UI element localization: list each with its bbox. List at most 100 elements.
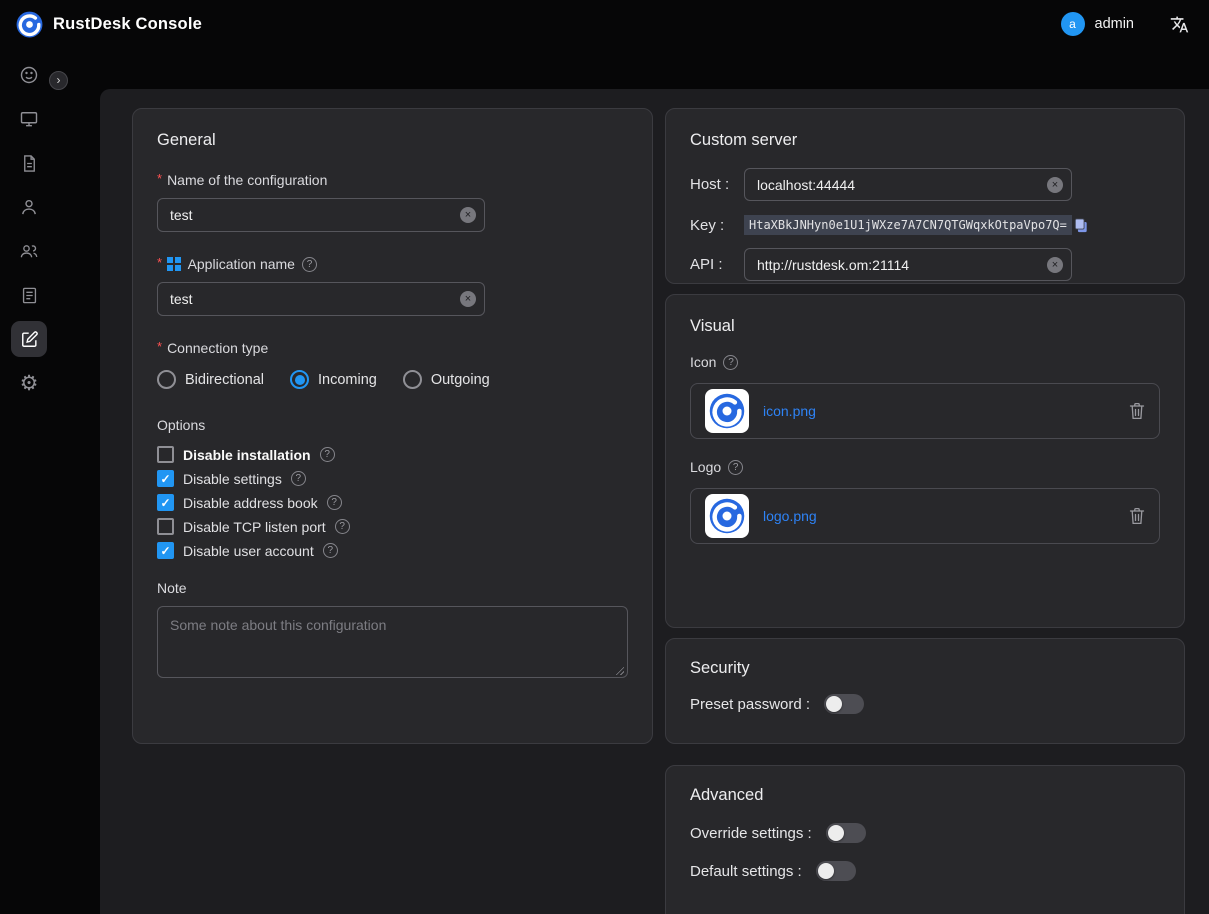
clear-icon[interactable]: × xyxy=(1047,177,1063,193)
advanced-card: Advanced Override settings : Default set… xyxy=(665,765,1185,914)
translate-icon[interactable] xyxy=(1170,15,1189,34)
api-label: API : xyxy=(690,256,744,273)
application-name-label: * Application name ? xyxy=(157,256,628,272)
help-icon[interactable]: ? xyxy=(302,257,317,272)
sidebar-item-settings[interactable]: ⚙ xyxy=(11,365,47,401)
preset-password-toggle[interactable] xyxy=(824,694,864,714)
default-settings-row: Default settings : xyxy=(690,861,1160,881)
option-disable-address-book: Disable address book ? xyxy=(157,494,628,511)
rustdesk-logo-icon xyxy=(709,498,745,534)
clear-icon[interactable]: × xyxy=(460,291,476,307)
config-name-field: × xyxy=(157,198,485,232)
checkbox[interactable] xyxy=(157,470,174,487)
sidebar-expand-button[interactable]: › xyxy=(49,71,68,90)
sidebar-item-custom-client[interactable] xyxy=(11,321,47,357)
radio-bidirectional[interactable]: Bidirectional xyxy=(157,370,264,389)
checkbox[interactable] xyxy=(157,542,174,559)
checkbox[interactable] xyxy=(157,446,174,463)
icon-label: Icon ? xyxy=(690,354,1160,370)
clear-icon[interactable]: × xyxy=(460,207,476,223)
note-textarea[interactable] xyxy=(157,606,628,678)
help-icon[interactable]: ? xyxy=(723,355,738,370)
toggle-thumb xyxy=(826,696,842,712)
main-content: General * Name of the configuration × * … xyxy=(100,89,1209,914)
custom-server-card: Custom server Host : × Key : HtaXBkJNHyn… xyxy=(665,108,1185,284)
visual-card: Visual Icon ? icon.png Logo ? logo.png xyxy=(665,294,1185,628)
logo-preview xyxy=(705,494,749,538)
default-settings-toggle[interactable] xyxy=(816,861,856,881)
application-name-input[interactable] xyxy=(157,282,485,316)
document-icon xyxy=(20,154,39,173)
option-label: Disable installation xyxy=(183,447,311,463)
custom-server-title: Custom server xyxy=(690,131,1160,150)
option-label: Disable user account xyxy=(183,543,314,559)
help-icon[interactable]: ? xyxy=(335,519,350,534)
smile-icon xyxy=(19,65,39,85)
app-title: RustDesk Console xyxy=(53,15,202,34)
option-label: Disable address book xyxy=(183,495,318,511)
sidebar-item-devices[interactable] xyxy=(11,101,47,137)
help-icon[interactable]: ? xyxy=(728,460,743,475)
config-name-input[interactable] xyxy=(157,198,485,232)
security-card: Security Preset password : xyxy=(665,638,1185,744)
host-label: Host : xyxy=(690,176,744,193)
copy-icon[interactable] xyxy=(1074,218,1088,233)
checkbox[interactable] xyxy=(157,494,174,511)
icon-file-box: icon.png xyxy=(690,383,1160,439)
radio-icon xyxy=(157,370,176,389)
clear-icon[interactable]: × xyxy=(1047,257,1063,273)
option-disable-settings: Disable settings ? xyxy=(157,470,628,487)
note-field xyxy=(157,606,628,683)
config-name-label: * Name of the configuration xyxy=(157,172,628,188)
icon-file-link[interactable]: icon.png xyxy=(763,403,816,419)
general-card: General * Name of the configuration × * … xyxy=(132,108,653,744)
option-label: Disable settings xyxy=(183,471,282,487)
required-asterisk: * xyxy=(157,339,162,354)
override-settings-toggle[interactable] xyxy=(826,823,866,843)
host-input[interactable] xyxy=(744,168,1072,201)
host-field: × xyxy=(744,168,1072,201)
api-field: × xyxy=(744,248,1072,281)
radio-outgoing[interactable]: Outgoing xyxy=(403,370,490,389)
checkbox[interactable] xyxy=(157,518,174,535)
general-title: General xyxy=(157,131,628,150)
help-icon[interactable]: ? xyxy=(323,543,338,558)
help-icon[interactable]: ? xyxy=(291,471,306,486)
application-name-field: × xyxy=(157,282,485,316)
override-settings-row: Override settings : xyxy=(690,823,1160,843)
option-disable-installation: Disable installation ? xyxy=(157,446,628,463)
toggle-thumb xyxy=(828,825,844,841)
delete-icon[interactable] xyxy=(1129,507,1145,525)
api-input[interactable] xyxy=(744,248,1072,281)
radio-icon xyxy=(403,370,422,389)
logo-file-link[interactable]: logo.png xyxy=(763,508,817,524)
option-label: Disable TCP listen port xyxy=(183,519,326,535)
key-row: Key : HtaXBkJNHyn0e1U1jWXze7A7CN7QTGWqxk… xyxy=(690,215,1160,235)
users-icon xyxy=(19,241,39,261)
radio-incoming[interactable]: Incoming xyxy=(290,370,377,389)
sidebar-item-user[interactable] xyxy=(11,189,47,225)
default-settings-label: Default settings : xyxy=(690,863,802,880)
logo-label: Logo ? xyxy=(690,459,1160,475)
connection-type-label: * Connection type xyxy=(157,340,628,356)
custom-client-icon xyxy=(20,330,39,349)
sidebar-item-documents[interactable] xyxy=(11,145,47,181)
help-icon[interactable]: ? xyxy=(327,495,342,510)
note-label: Note xyxy=(157,580,628,596)
username[interactable]: admin xyxy=(1095,16,1135,32)
settings-gear-icon: ⚙ xyxy=(20,373,39,394)
option-disable-tcp-listen-port: Disable TCP listen port ? xyxy=(157,518,628,535)
sidebar-item-status[interactable] xyxy=(11,57,47,93)
help-icon[interactable]: ? xyxy=(320,447,335,462)
user-avatar[interactable]: a xyxy=(1061,12,1085,36)
connection-type-options: Bidirectional Incoming Outgoing xyxy=(157,370,628,389)
sidebar-item-audit-log[interactable] xyxy=(11,277,47,313)
advanced-title: Advanced xyxy=(690,786,1160,805)
sidebar-item-groups[interactable] xyxy=(11,233,47,269)
override-settings-label: Override settings : xyxy=(690,825,812,842)
devices-icon xyxy=(19,109,39,129)
delete-icon[interactable] xyxy=(1129,402,1145,420)
header-right: a admin xyxy=(1061,12,1190,36)
user-icon xyxy=(19,197,39,217)
option-disable-user-account: Disable user account ? xyxy=(157,542,628,559)
